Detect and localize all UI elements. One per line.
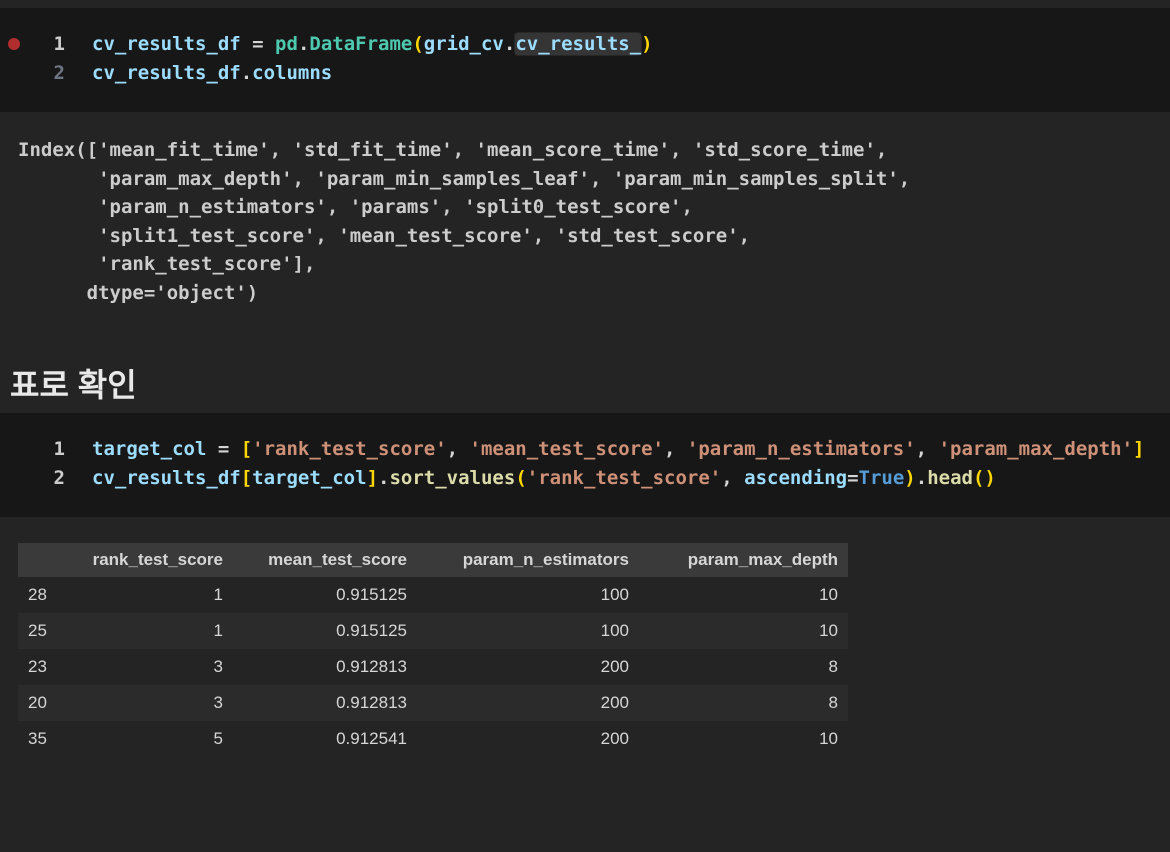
table-index-cell: 23 — [28, 657, 47, 676]
code-token: [ — [240, 438, 253, 460]
code-token: . — [503, 33, 516, 55]
code-token: ] — [366, 467, 379, 489]
table-row: 25 1 0.915125 100 10 — [18, 613, 848, 649]
table-column-header: param_max_depth — [639, 543, 848, 577]
table-cell: 10 — [819, 729, 838, 748]
code-text: cv_results_df[target_col].sort_values('r… — [92, 464, 996, 493]
code-cell-1[interactable]: 1 cv_results_df = pd.DataFrame(grid_cv.cv… — [0, 8, 1170, 112]
code-token: cv_results_df — [92, 467, 241, 489]
table-cell: 3 — [213, 657, 223, 676]
code-token: cv_results_ — [515, 33, 642, 55]
line-number[interactable]: 2 — [0, 59, 65, 88]
code-token: = — [240, 33, 276, 55]
code-token: , — [664, 438, 687, 460]
table-cell: 200 — [600, 657, 629, 676]
table-index-cell: 35 — [28, 729, 47, 748]
table-index-corner — [18, 543, 70, 577]
code-token: ) — [984, 467, 996, 489]
code-token: ( — [412, 33, 424, 55]
code-token: = — [206, 438, 241, 460]
breakpoint-dot[interactable] — [8, 38, 20, 50]
code-cell-2[interactable]: 1 target_col = ['rank_test_score', 'mean_… — [0, 413, 1170, 517]
code-text: target_col = ['rank_test_score', 'mean_t… — [92, 435, 1144, 464]
code-token: ) — [641, 33, 653, 55]
code-token: . — [297, 33, 310, 55]
code-line[interactable]: 2 cv_results_df.columns — [0, 59, 1170, 88]
code-token: [ — [240, 467, 253, 489]
code-token: . — [915, 467, 928, 489]
table-column-header: rank_test_score — [70, 543, 233, 577]
code-token: 'rank_test_score' — [252, 438, 447, 460]
code-token: target_col — [252, 467, 367, 489]
line-number[interactable]: 1 — [0, 435, 65, 464]
dataframe-body: 28 1 0.915125 100 10 25 1 0.915125 100 10 23 3 0.912… — [18, 577, 848, 757]
code-text: cv_results_df = pd.DataFrame(grid_cv.cv_… — [92, 30, 653, 59]
code-token: . — [240, 62, 253, 84]
code-token: columns — [252, 62, 333, 84]
table-cell: 10 — [819, 621, 838, 640]
table-row: 35 5 0.912541 200 10 — [18, 721, 848, 757]
code-token: 'mean_test_score' — [469, 438, 664, 460]
code-token: , — [446, 438, 470, 460]
table-cell: 10 — [819, 585, 838, 604]
table-row: 28 1 0.915125 100 10 — [18, 577, 848, 613]
code-token: ] — [1133, 438, 1145, 460]
code-text: cv_results_df.columns — [92, 59, 332, 88]
code-token: , — [721, 467, 745, 489]
code-token: grid_cv — [423, 33, 504, 55]
table-column-header: mean_test_score — [233, 543, 417, 577]
dataframe-header: rank_test_score mean_test_score param_n_es… — [18, 543, 848, 577]
table-cell: 3 — [213, 693, 223, 712]
code-token: ( — [972, 467, 985, 489]
table-header-row: rank_test_score mean_test_score param_n_es… — [18, 543, 848, 577]
table-cell: 0.915125 — [336, 621, 407, 640]
code-token: 'rank_test_score' — [526, 467, 722, 489]
code-line[interactable]: 2 cv_results_df[target_col].sort_values('… — [0, 464, 1170, 493]
table-cell: 1 — [213, 585, 223, 604]
table-cell: 0.915125 — [336, 585, 407, 604]
code-token: 'param_max_depth' — [938, 438, 1134, 460]
table-row: 20 3 0.912813 200 8 — [18, 685, 848, 721]
table-index-cell: 28 — [28, 585, 47, 604]
code-lines-1: 1 cv_results_df = pd.DataFrame(grid_cv.cv… — [0, 30, 1170, 88]
table-cell: 0.912813 — [336, 693, 407, 712]
code-token: ) — [904, 467, 916, 489]
code-token: . — [378, 467, 390, 489]
table-cell: 100 — [600, 585, 629, 604]
code-token: cv_results_df — [92, 33, 241, 55]
table-cell: 100 — [600, 621, 629, 640]
table-cell: 8 — [828, 657, 838, 676]
dataframe-table: rank_test_score mean_test_score param_n_es… — [18, 543, 848, 757]
code-lines-2: 1 target_col = ['rank_test_score', 'mean_… — [0, 435, 1170, 493]
code-line[interactable]: 1 target_col = ['rank_test_score', 'mean_… — [0, 435, 1170, 464]
code-token: = — [847, 467, 859, 489]
code-token: DataFrame — [309, 33, 413, 55]
line-number[interactable]: 2 — [0, 464, 65, 493]
code-token: sort_values — [389, 467, 516, 489]
code-token: pd — [275, 33, 298, 55]
table-cell: 1 — [213, 621, 223, 640]
markdown-heading: 표로 확인 — [10, 367, 137, 403]
code-line[interactable]: 1 cv_results_df = pd.DataFrame(grid_cv.cv… — [0, 30, 1170, 59]
table-cell: 0.912541 — [336, 729, 407, 748]
code-token: head — [927, 467, 973, 489]
code-token: , — [915, 438, 939, 460]
table-cell: 200 — [600, 693, 629, 712]
table-cell: 5 — [213, 729, 223, 748]
code-token: ascending — [744, 467, 848, 489]
code-token: 'param_n_estimators' — [686, 438, 916, 460]
output-index: Index(['mean_fit_time', 'std_fit_time', … — [18, 139, 911, 304]
table-cell: 200 — [600, 729, 629, 748]
table-cell: 0.912813 — [336, 657, 407, 676]
table-row: 23 3 0.912813 200 8 — [18, 649, 848, 685]
table-cell: 8 — [828, 693, 838, 712]
code-token: cv_results_df — [92, 62, 241, 84]
code-token: ( — [515, 467, 527, 489]
table-index-cell: 25 — [28, 621, 47, 640]
notebook-page: 1 cv_results_df = pd.DataFrame(grid_cv.cv… — [0, 8, 1170, 757]
code-token: True — [858, 467, 905, 489]
code-token: target_col — [92, 438, 207, 460]
table-column-header: param_n_estimators — [417, 543, 639, 577]
table-index-cell: 20 — [28, 693, 47, 712]
